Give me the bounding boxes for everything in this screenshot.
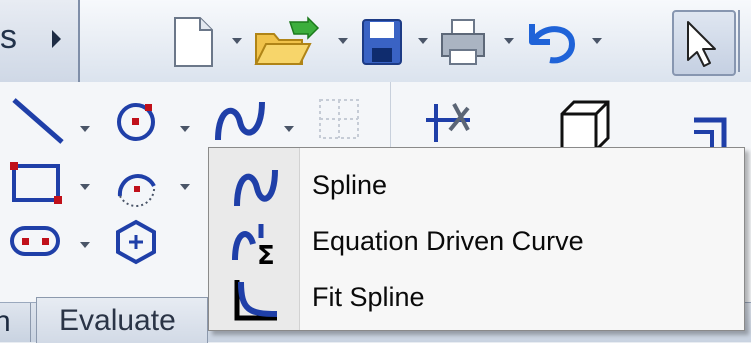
- select-button[interactable]: [672, 10, 736, 76]
- spline-icon: [234, 169, 278, 207]
- tab-previous[interactable]: n: [0, 303, 31, 342]
- tab-evaluate-label: Evaluate: [59, 304, 176, 337]
- menu-item-fit-spline[interactable]: Fit Spline: [209, 270, 744, 326]
- svg-text:Σ: Σ: [257, 241, 275, 266]
- spline-flyout-menu: Spline Σ Equation Driven Curve Fit Splin…: [208, 147, 745, 331]
- rectangle-dropdown-icon[interactable]: [80, 184, 90, 190]
- rectangle-icon[interactable]: [8, 160, 64, 206]
- save-icon: [362, 19, 402, 65]
- polygon-icon[interactable]: [112, 218, 162, 266]
- new-document-icon: [174, 17, 213, 67]
- print-button[interactable]: [438, 16, 490, 66]
- open-folder-icon: [254, 16, 320, 65]
- menu-item-label: Spline: [312, 170, 388, 200]
- line-icon[interactable]: [10, 96, 68, 146]
- save-dropdown-icon[interactable]: [418, 38, 428, 44]
- tab-evaluate[interactable]: Evaluate: [36, 297, 208, 343]
- tab-previous-label: n: [0, 305, 11, 338]
- print-icon: [441, 19, 485, 65]
- undo-icon: [529, 24, 576, 64]
- spline-dropdown-icon[interactable]: [284, 126, 294, 132]
- menu-item-label: Fit Spline: [312, 282, 425, 312]
- fit-spline-icon: [234, 280, 278, 321]
- menu-item-spline[interactable]: Spline: [209, 158, 744, 214]
- save-button[interactable]: [358, 16, 406, 66]
- left-tab-label: s: [0, 18, 17, 56]
- open-button[interactable]: [252, 16, 322, 66]
- circle-icon[interactable]: [112, 96, 162, 146]
- expand-arrow-icon[interactable]: [52, 30, 61, 48]
- equation-curve-icon: Σ: [232, 224, 275, 266]
- print-dropdown-icon[interactable]: [504, 38, 514, 44]
- arc-dropdown-icon[interactable]: [180, 184, 190, 190]
- toolbar-overflow[interactable]: [738, 10, 751, 72]
- select-arrow-icon: [687, 21, 716, 67]
- undo-button[interactable]: [524, 16, 580, 66]
- undo-dropdown-icon[interactable]: [592, 38, 602, 44]
- new-document-button[interactable]: [170, 16, 215, 67]
- slot-dropdown-icon[interactable]: [80, 242, 90, 248]
- command-manager-tab[interactable]: s: [0, 0, 80, 82]
- grid-icon[interactable]: [316, 96, 364, 144]
- box-icon[interactable]: [554, 98, 612, 154]
- circle-dropdown-icon[interactable]: [180, 126, 190, 132]
- offset-icon[interactable]: [690, 112, 740, 152]
- trim-entities-icon[interactable]: [420, 100, 476, 146]
- new-dropdown-icon[interactable]: [232, 38, 242, 44]
- line-dropdown-icon[interactable]: [80, 126, 90, 132]
- menu-item-label: Equation Driven Curve: [312, 226, 584, 256]
- arc-icon[interactable]: [112, 160, 162, 208]
- open-dropdown-icon[interactable]: [338, 38, 348, 44]
- standard-toolbar: s: [0, 0, 751, 83]
- menu-item-equation-driven-curve[interactable]: Σ Equation Driven Curve: [209, 214, 744, 270]
- spline-icon[interactable]: [212, 96, 270, 146]
- slot-icon[interactable]: [8, 218, 64, 264]
